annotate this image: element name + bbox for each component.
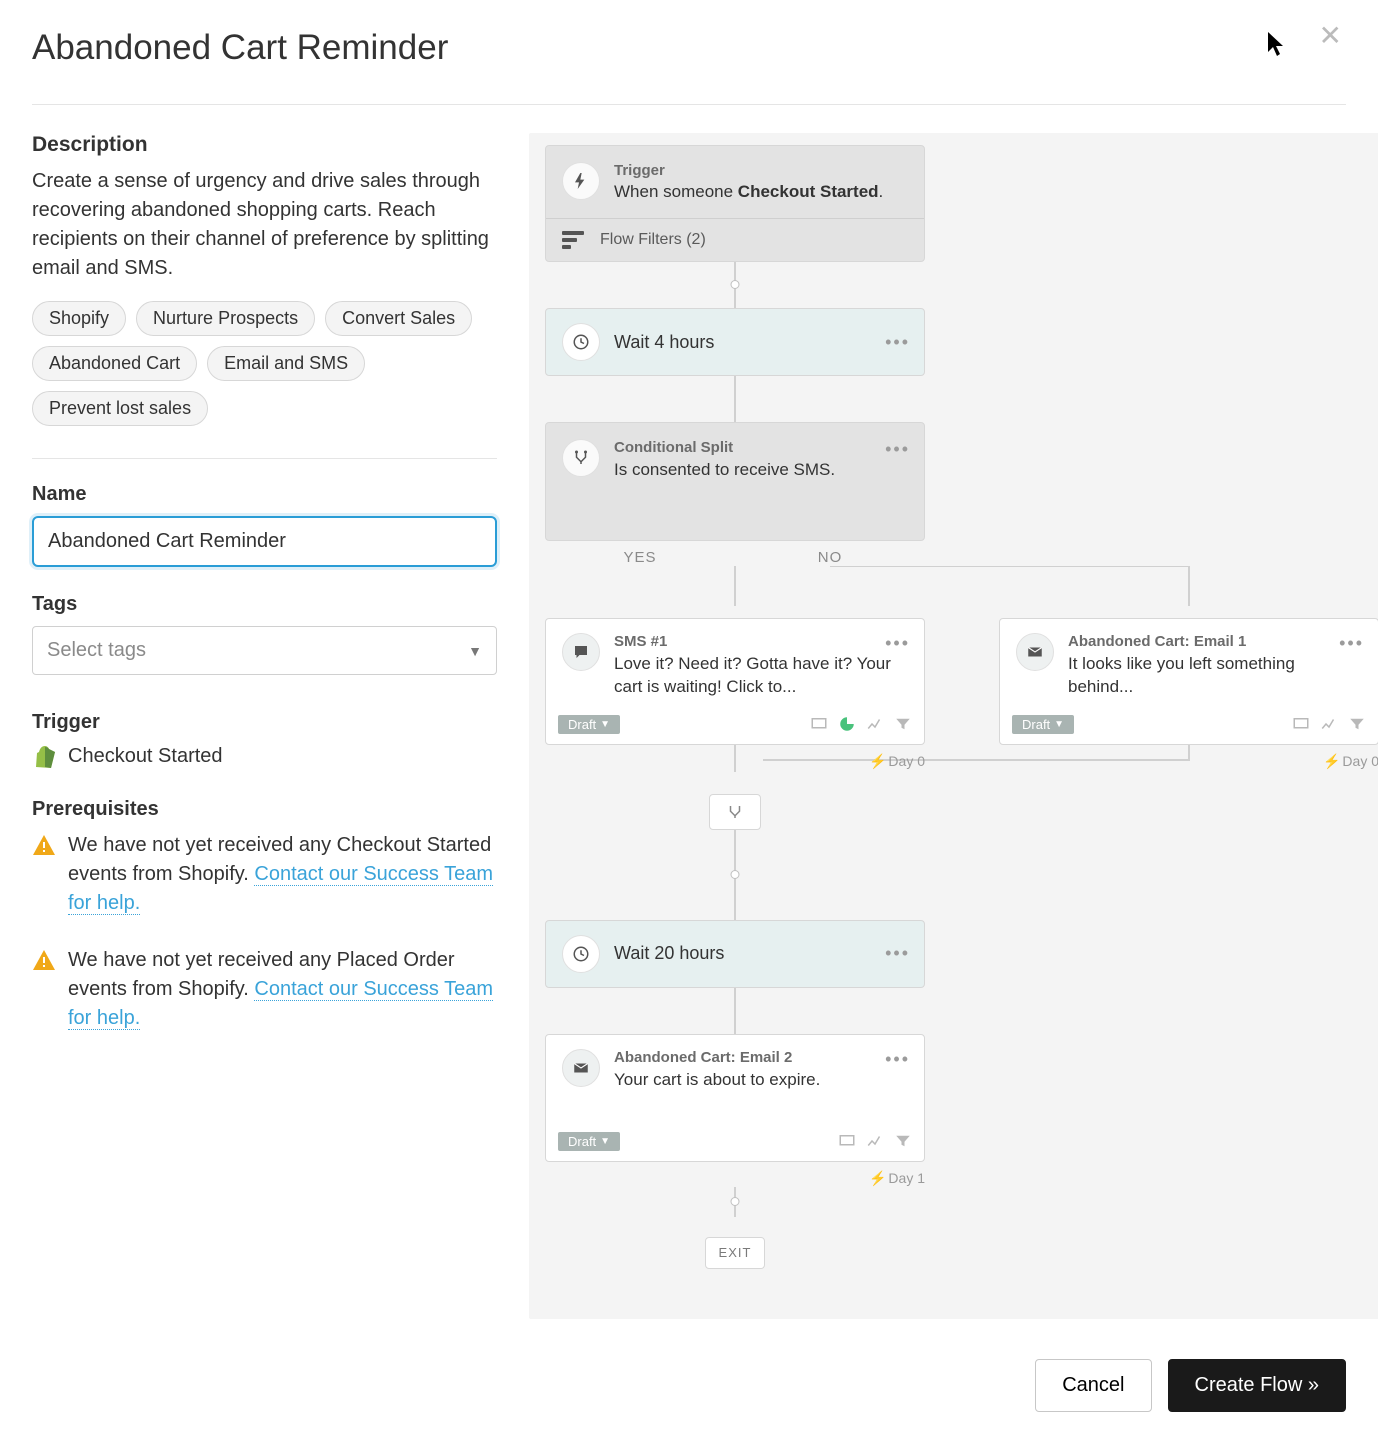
prerequisites-heading: Prerequisites — [32, 798, 497, 821]
clock-icon — [562, 935, 600, 973]
flow-filters-row[interactable]: Flow Filters (2) — [546, 218, 924, 261]
node-menu-icon[interactable]: ••• — [885, 332, 910, 353]
split-icon — [562, 439, 600, 477]
smart-send-icon[interactable] — [838, 715, 856, 733]
wait-node[interactable]: Wait 20 hours ••• — [545, 920, 925, 988]
analytics-icon[interactable] — [866, 1132, 884, 1150]
branch-connector — [545, 566, 1378, 606]
exit-node: EXIT — [705, 1237, 765, 1269]
trigger-node-label: Trigger — [614, 162, 908, 179]
email-node[interactable]: Abandoned Cart: Email 1 It looks like yo… — [999, 618, 1378, 745]
conditional-split-node[interactable]: Conditional Split Is consented to receiv… — [545, 422, 925, 541]
clock-icon — [562, 323, 600, 361]
filter-icon — [562, 231, 584, 249]
create-flow-button[interactable]: Create Flow » — [1168, 1359, 1347, 1412]
status-badge[interactable]: Draft ▼ — [558, 1132, 620, 1151]
sms-node-title: SMS #1 — [614, 633, 908, 650]
tags-select-placeholder: Select tags — [47, 639, 146, 662]
wait-node-label: Wait 20 hours — [614, 943, 724, 964]
flow-filters-text: Flow Filters (2) — [600, 231, 706, 249]
warning-icon — [32, 948, 56, 972]
tags-select[interactable]: Select tags ▼ — [32, 626, 497, 675]
tag-pill: Email and SMS — [207, 346, 365, 381]
name-heading: Name — [32, 483, 497, 506]
day-marker: ⚡Day 0 — [545, 753, 925, 770]
chat-icon — [562, 633, 600, 671]
flow-name-input[interactable] — [32, 516, 497, 567]
mail-icon — [562, 1049, 600, 1087]
branch-yes-label: YES — [545, 549, 735, 566]
close-icon[interactable]: ✕ — [1315, 22, 1346, 50]
trigger-node[interactable]: Trigger When someone Checkout Started. F… — [545, 145, 925, 262]
filter-icon[interactable] — [1348, 715, 1366, 733]
cancel-button[interactable]: Cancel — [1035, 1359, 1151, 1412]
preview-icon[interactable] — [838, 1132, 856, 1150]
split-node-condition: Is consented to receive SMS. — [614, 460, 835, 480]
branch-labels: YES NO — [545, 549, 925, 566]
day-marker: ⚡Day 1 — [545, 1170, 925, 1187]
filter-icon[interactable] — [894, 1132, 912, 1150]
email-node-title: Abandoned Cart: Email 1 — [1068, 633, 1362, 650]
analytics-icon[interactable] — [1320, 715, 1338, 733]
flow-preview-canvas: Trigger When someone Checkout Started. F… — [529, 133, 1378, 1319]
tags-heading: Tags — [32, 593, 497, 616]
trigger-node-text: When someone Checkout Started. — [614, 182, 908, 202]
page-title: Abandoned Cart Reminder — [32, 28, 448, 68]
node-menu-icon[interactable]: ••• — [1339, 633, 1364, 654]
tag-pill: Shopify — [32, 301, 126, 336]
bolt-icon — [562, 162, 600, 200]
email-node[interactable]: Abandoned Cart: Email 2 Your cart is abo… — [545, 1034, 925, 1162]
day-marker: ⚡Day 0 — [999, 753, 1378, 770]
sms-node[interactable]: SMS #1 Love it? Need it? Gotta have it? … — [545, 618, 925, 745]
preview-icon[interactable] — [1292, 715, 1310, 733]
shopify-icon — [32, 744, 56, 768]
description-text: Create a sense of urgency and drive sale… — [32, 167, 497, 283]
chevron-down-icon: ▼ — [468, 643, 482, 659]
merge-node[interactable] — [709, 794, 761, 830]
prerequisite-item: We have not yet received any Placed Orde… — [32, 946, 497, 1033]
preview-icon[interactable] — [810, 715, 828, 733]
tag-pill: Convert Sales — [325, 301, 472, 336]
mail-icon — [1016, 633, 1054, 671]
analytics-icon[interactable] — [866, 715, 884, 733]
description-heading: Description — [32, 133, 497, 157]
divider — [32, 458, 497, 459]
email-node-text: Your cart is about to expire. — [614, 1069, 908, 1092]
node-menu-icon[interactable]: ••• — [885, 1049, 910, 1070]
tag-pill: Abandoned Cart — [32, 346, 197, 381]
tag-list: Shopify Nurture Prospects Convert Sales … — [32, 301, 497, 426]
wait-node[interactable]: Wait 4 hours ••• — [545, 308, 925, 376]
warning-icon — [32, 833, 56, 857]
status-badge[interactable]: Draft ▼ — [1012, 715, 1074, 734]
wait-node-label: Wait 4 hours — [614, 332, 714, 353]
branch-no-label: NO — [735, 549, 925, 566]
trigger-event-name: Checkout Started — [68, 745, 223, 768]
filter-icon[interactable] — [894, 715, 912, 733]
node-menu-icon[interactable]: ••• — [885, 633, 910, 654]
trigger-heading: Trigger — [32, 711, 497, 734]
email-node-title: Abandoned Cart: Email 2 — [614, 1049, 908, 1066]
tag-pill: Nurture Prospects — [136, 301, 315, 336]
sms-node-text: Love it? Need it? Gotta have it? Your ca… — [614, 653, 908, 699]
prerequisite-item: We have not yet received any Checkout St… — [32, 831, 497, 918]
email-node-text: It looks like you left something behind.… — [1068, 653, 1362, 699]
node-menu-icon[interactable]: ••• — [885, 943, 910, 964]
node-menu-icon[interactable]: ••• — [885, 439, 910, 460]
tag-pill: Prevent lost sales — [32, 391, 208, 426]
split-node-label: Conditional Split — [614, 439, 835, 456]
status-badge[interactable]: Draft ▼ — [558, 715, 620, 734]
